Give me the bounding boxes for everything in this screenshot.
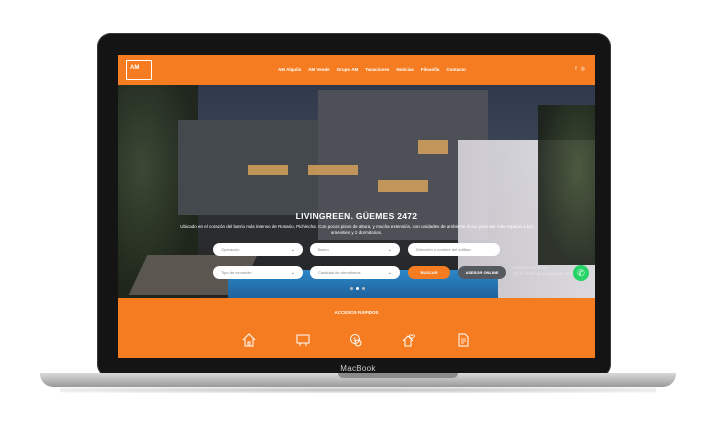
chevron-down-icon: ⌄ — [290, 269, 295, 276]
operacion-select[interactable]: Operación ⌄ — [213, 243, 303, 256]
quick-access-section: ACCESOS RÁPIDOS $ — [118, 298, 595, 358]
chevron-down-icon: ⌄ — [290, 246, 295, 253]
carousel-dots — [350, 287, 365, 290]
chevron-down-icon: ⌄ — [387, 246, 392, 253]
tipo-inmueble-select[interactable]: Tipo de inmueble ⌄ — [213, 266, 303, 279]
carousel-dot[interactable] — [356, 287, 359, 290]
chevron-down-icon: ⌄ — [387, 269, 392, 276]
direccion-input[interactable]: Dirección o nombre del edificio — [408, 243, 500, 256]
online-advisor-button[interactable]: ASESOR ONLINE — [458, 266, 506, 279]
social-links: f ◎ — [575, 66, 585, 72]
hero-description: Ubicado en el corazón del barrio más int… — [180, 224, 533, 235]
hero-banner: LIVINGREEN. GÜEMES 2472 Ubicado en el co… — [118, 85, 595, 298]
nav-am-vende[interactable]: AM Vende — [308, 67, 330, 72]
laptop-base — [40, 373, 676, 387]
logo-text: AM — [130, 65, 140, 71]
quick-access-title: ACCESOS RÁPIDOS — [334, 310, 379, 315]
nav-noticias[interactable]: Noticias — [396, 67, 414, 72]
nav-grupo-am[interactable]: Grupo AM — [337, 67, 359, 72]
barrio-placeholder: Barrio — [318, 247, 329, 252]
main-nav: AM Alquila AM Vende Grupo AM Tasaciones … — [278, 67, 466, 72]
money-icon[interactable]: $ — [349, 333, 363, 347]
nav-filosofia[interactable]: Filosofía — [421, 67, 440, 72]
barrio-select[interactable]: Barrio ⌄ — [310, 243, 400, 256]
sale-sign-icon[interactable] — [296, 333, 310, 347]
document-icon[interactable] — [456, 333, 470, 347]
whatsapp-icon[interactable]: ✆ — [573, 265, 589, 281]
laptop-brand-label: MacBook — [340, 364, 376, 373]
nav-am-alquila[interactable]: AM Alquila — [278, 67, 301, 72]
direccion-placeholder: Dirección o nombre del edificio — [416, 247, 471, 252]
search-button[interactable]: BUSCAR — [408, 266, 450, 279]
dormitorios-select[interactable]: Cantidad de dormitorios ⌄ — [310, 266, 400, 279]
laptop-notch — [338, 373, 458, 378]
tipo-placeholder: Tipo de inmueble — [221, 270, 252, 275]
carousel-dot[interactable] — [362, 287, 365, 290]
hero-window — [418, 140, 448, 154]
site-logo[interactable]: AM — [126, 60, 152, 80]
site-header: AM AM Alquila AM Vende Grupo AM Tasacion… — [118, 55, 595, 85]
nav-contacto[interactable]: Contacto — [446, 67, 466, 72]
facebook-icon[interactable]: f — [575, 66, 576, 72]
website-screen: AM AM Alquila AM Vende Grupo AM Tasacion… — [118, 55, 595, 358]
nav-tasaciones[interactable]: Tasaciones — [365, 67, 389, 72]
instagram-icon[interactable]: ◎ — [581, 66, 585, 72]
house-icon[interactable] — [242, 333, 256, 347]
laptop-shadow — [60, 387, 656, 393]
hero-trees-right — [538, 105, 595, 265]
carousel-dot[interactable] — [350, 287, 353, 290]
hero-title: LIVINGREEN. GÜEMES 2472 — [295, 211, 418, 221]
operacion-placeholder: Operación — [221, 247, 240, 252]
dormitorios-placeholder: Cantidad de dormitorios — [318, 270, 361, 275]
svg-text:$: $ — [353, 337, 356, 343]
house-heart-icon[interactable] — [402, 333, 416, 347]
hero-window — [308, 165, 358, 175]
hero-window — [378, 180, 428, 192]
hero-window — [248, 165, 288, 175]
